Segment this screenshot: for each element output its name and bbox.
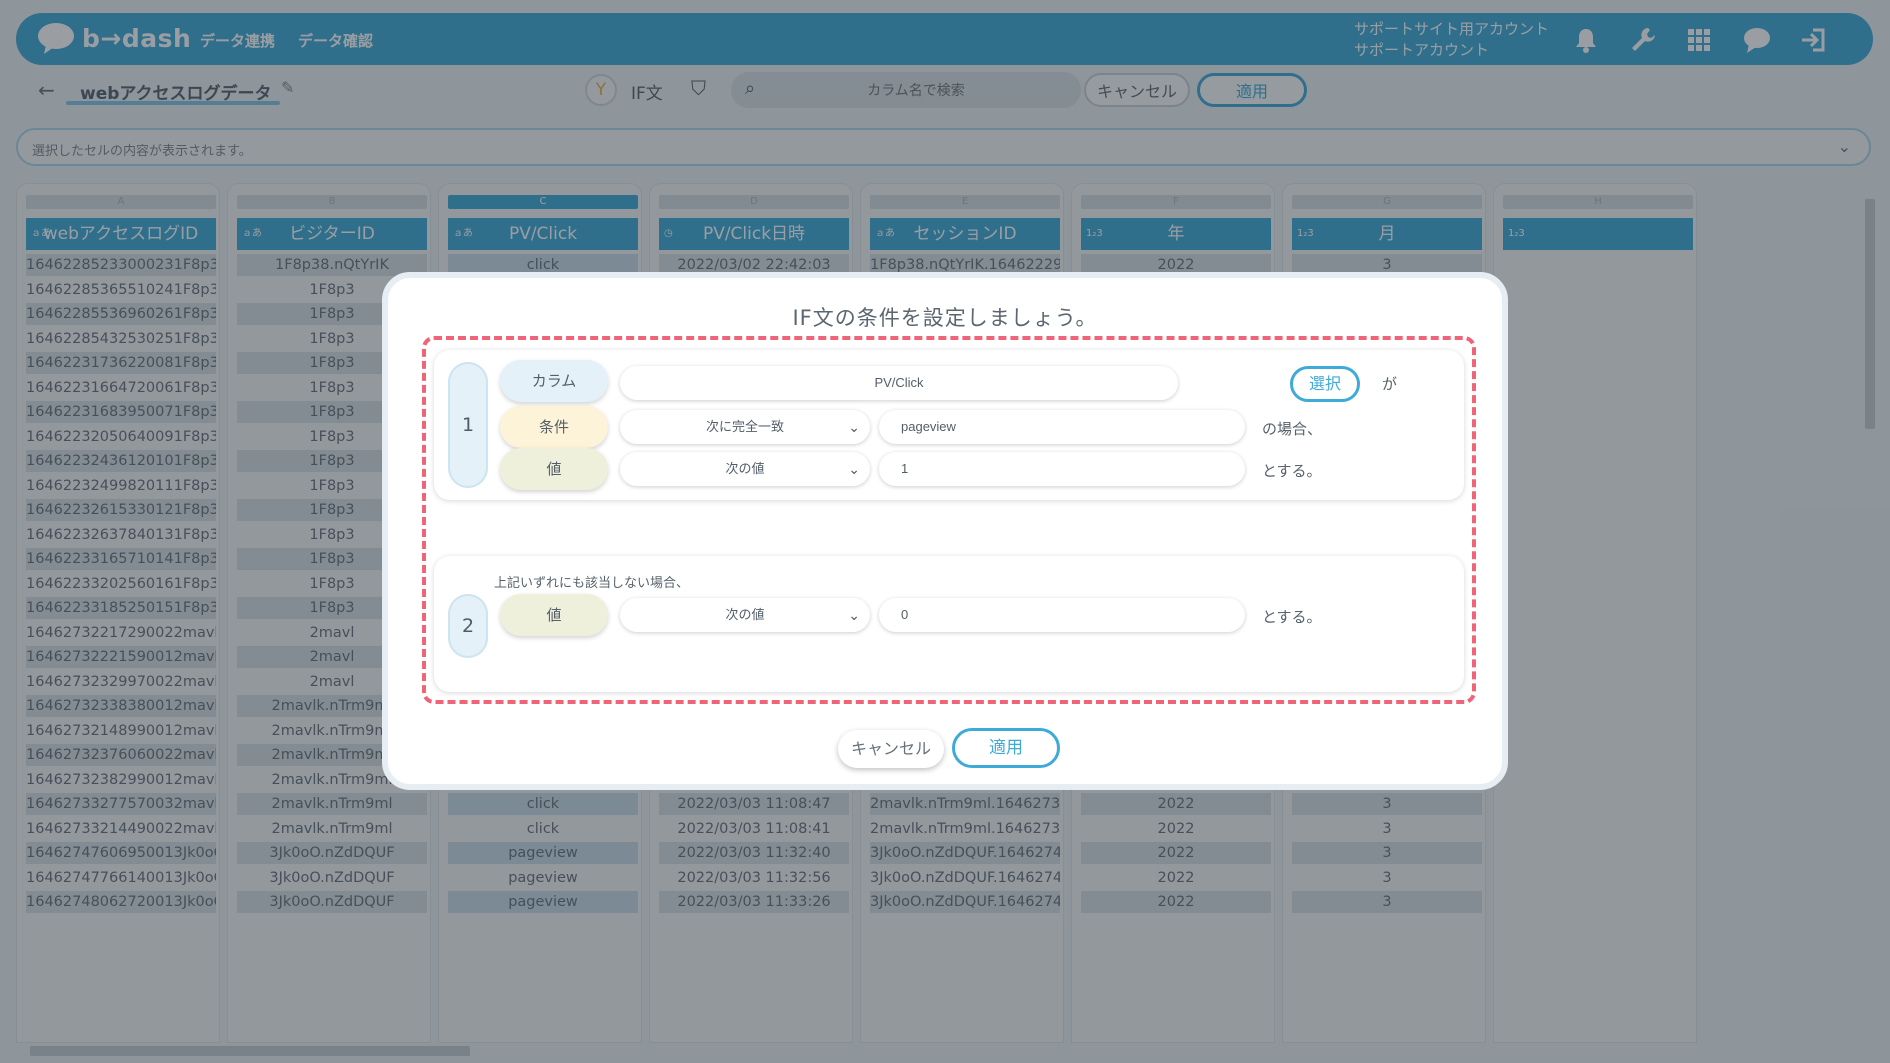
else-value-mode-select[interactable]: 次の値 ⌄ (620, 598, 870, 632)
condition-operator-select[interactable]: 次に完全一致 ⌄ (620, 410, 870, 444)
value-suffix: とする。 (1262, 462, 1322, 480)
else-value-suffix: とする。 (1262, 608, 1322, 626)
value-mode-select[interactable]: 次の値 ⌄ (620, 452, 870, 486)
condition-value-input[interactable]: pageview (879, 410, 1245, 444)
else-number: 2 (448, 594, 488, 658)
if-condition-modal: IF文の条件を設定しましょう。 1 カラム PV/Click 選択 が 条件 次… (382, 272, 1508, 790)
else-note: 上記いずれにも該当しない場合、 (494, 576, 690, 591)
chevron-down-icon: ⌄ (848, 607, 860, 623)
modal-title: IF文の条件を設定しましょう。 (792, 306, 1098, 330)
modal-cancel-button[interactable]: キャンセル (838, 730, 944, 768)
else-value-mode-value: 次の値 (725, 607, 765, 622)
condition-operator-value: 次に完全一致 (705, 419, 784, 434)
value-mode-value: 次の値 (725, 461, 765, 476)
column-select-button[interactable]: 選択 (1290, 366, 1360, 402)
app-window: b→dash データ連携 データ確認 サポートサイト用アカウント サポートアカウ… (0, 0, 1890, 1063)
else-card: 2 上記いずれにも該当しない場合、 値 次の値 ⌄ 0 とする。 (434, 556, 1464, 692)
column-suffix: が (1382, 375, 1398, 393)
else-value-label-pill: 値 (500, 594, 608, 636)
condition-label-pill: 条件 (500, 406, 608, 448)
modal-apply-button[interactable]: 適用 (952, 728, 1060, 768)
condition-card-1: 1 カラム PV/Click 選択 が 条件 次に完全一致 ⌄ pageview… (434, 350, 1464, 500)
value-input[interactable]: 1 (879, 452, 1245, 486)
condition-suffix: の場合、 (1262, 420, 1323, 438)
condition-highlight-frame: 1 カラム PV/Click 選択 が 条件 次に完全一致 ⌄ pageview… (422, 336, 1476, 704)
column-field[interactable]: PV/Click (620, 366, 1178, 400)
else-value-input[interactable]: 0 (879, 598, 1245, 632)
value-label-pill: 値 (500, 448, 608, 490)
chevron-down-icon: ⌄ (848, 419, 860, 435)
chevron-down-icon: ⌄ (848, 461, 860, 477)
column-label-pill: カラム (500, 360, 608, 402)
condition-number: 1 (448, 362, 488, 488)
